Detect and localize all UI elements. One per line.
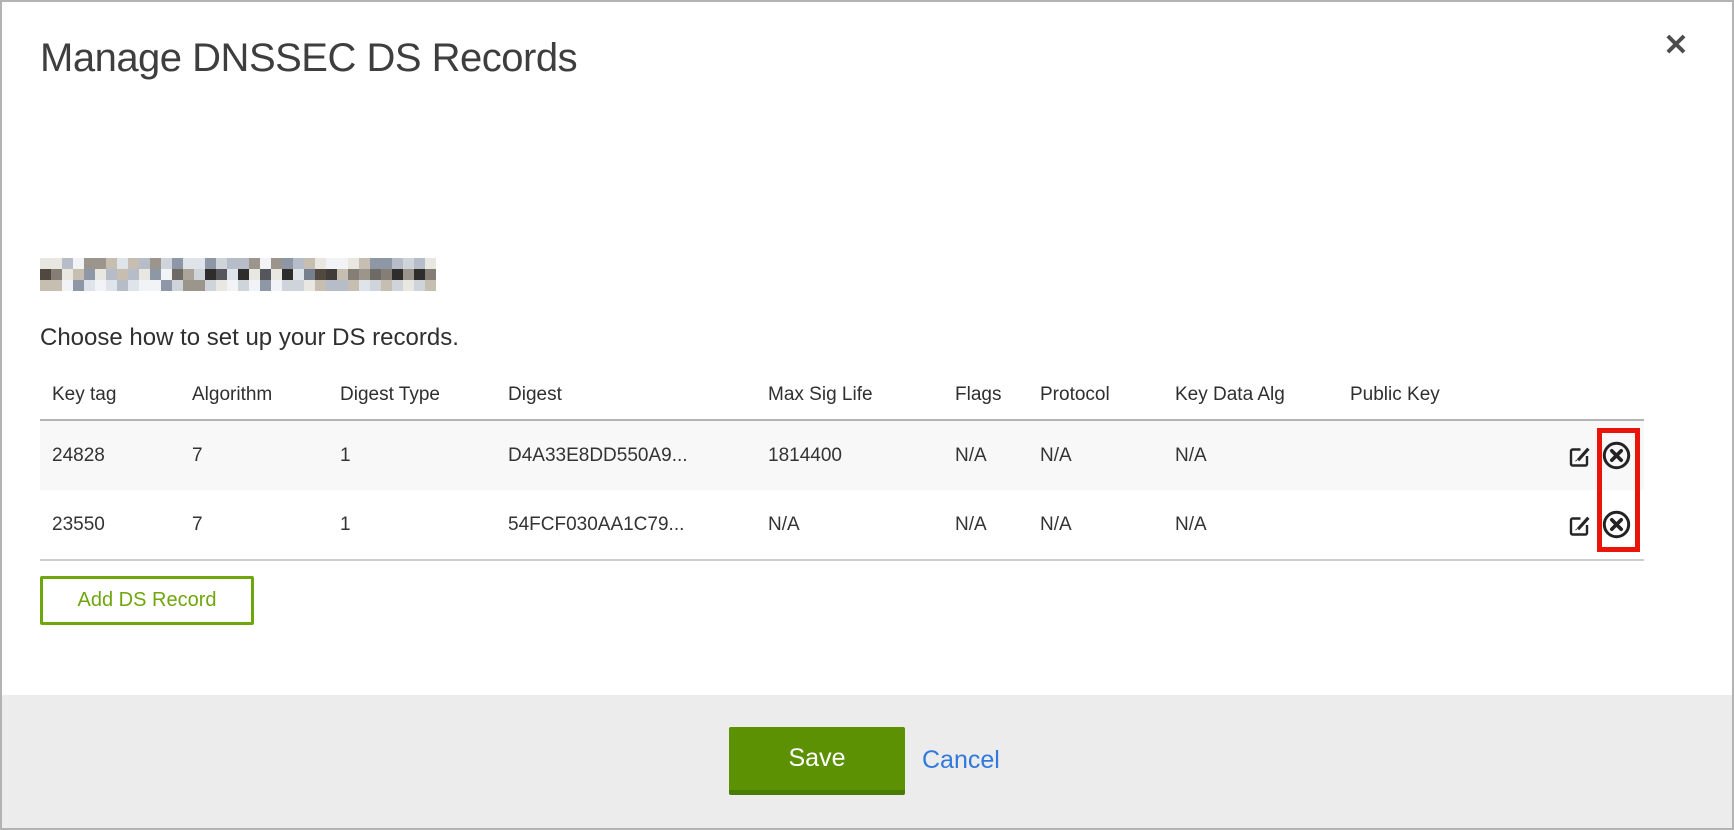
col-header-flags: Flags	[943, 370, 1028, 420]
cell-algorithm: 7	[180, 420, 328, 490]
cell-public-key	[1338, 420, 1448, 490]
col-header-public-key: Public Key	[1338, 370, 1448, 420]
col-header-key-data-alg: Key Data Alg	[1163, 370, 1338, 420]
add-ds-record-button[interactable]: Add DS Record	[40, 576, 254, 625]
edit-record-icon[interactable]	[1566, 511, 1593, 538]
cell-digest-type: 1	[328, 490, 496, 560]
cell-algorithm: 7	[180, 490, 328, 560]
redacted-domain-name	[40, 258, 436, 291]
cell-public-key	[1338, 490, 1448, 560]
save-button[interactable]: Save	[729, 727, 905, 795]
col-header-max-sig-life: Max Sig Life	[756, 370, 943, 420]
col-header-algorithm: Algorithm	[180, 370, 328, 420]
ds-records-table: Key tag Algorithm Digest Type Digest Max…	[40, 370, 1644, 561]
delete-record-icon[interactable]	[1601, 440, 1632, 471]
cancel-link[interactable]: Cancel	[922, 746, 1000, 775]
cell-key-tag: 24828	[40, 420, 180, 490]
cell-key-data-alg: N/A	[1163, 420, 1338, 490]
instruction-text: Choose how to set up your DS records.	[40, 324, 459, 352]
col-header-digest: Digest	[496, 370, 756, 420]
col-header-actions	[1448, 370, 1644, 420]
cell-flags: N/A	[943, 490, 1028, 560]
close-icon[interactable]: ✕	[1658, 28, 1694, 64]
cell-actions	[1448, 420, 1644, 490]
cell-protocol: N/A	[1028, 490, 1163, 560]
cell-max-sig-life: 1814400	[756, 420, 943, 490]
table-row: 23550 7 1 54FCF030AA1C79... N/A N/A N/A …	[40, 490, 1644, 560]
col-header-digest-type: Digest Type	[328, 370, 496, 420]
cell-digest: 54FCF030AA1C79...	[496, 490, 756, 560]
cell-key-data-alg: N/A	[1163, 490, 1338, 560]
manage-dnssec-dialog: Manage DNSSEC DS Records ✕ Choose how to…	[0, 0, 1734, 830]
cell-max-sig-life: N/A	[756, 490, 943, 560]
dialog-title: Manage DNSSEC DS Records	[40, 36, 577, 81]
cell-actions	[1448, 490, 1644, 560]
cell-digest-type: 1	[328, 420, 496, 490]
table-row: 24828 7 1 D4A33E8DD550A9... 1814400 N/A …	[40, 420, 1644, 490]
col-header-key-tag: Key tag	[40, 370, 180, 420]
cell-flags: N/A	[943, 420, 1028, 490]
cell-digest: D4A33E8DD550A9...	[496, 420, 756, 490]
edit-record-icon[interactable]	[1566, 442, 1593, 469]
col-header-protocol: Protocol	[1028, 370, 1163, 420]
table-header-row: Key tag Algorithm Digest Type Digest Max…	[40, 370, 1644, 420]
cell-key-tag: 23550	[40, 490, 180, 560]
delete-record-icon[interactable]	[1601, 509, 1632, 540]
cell-protocol: N/A	[1028, 420, 1163, 490]
